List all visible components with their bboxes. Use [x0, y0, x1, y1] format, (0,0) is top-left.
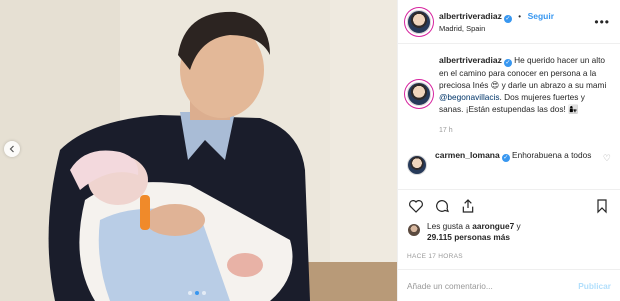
publish-button[interactable]: Publicar — [578, 281, 611, 291]
caption-avatar[interactable] — [407, 82, 431, 106]
comment-text: Enhorabuena a todos — [509, 150, 592, 160]
likes-summary: Les gusta a aarongue7 y 29.115 personas … — [398, 221, 620, 251]
carousel-dot — [188, 291, 192, 295]
comment-input[interactable] — [407, 280, 579, 291]
instagram-post: albertriveradiaz ✓ • Seguir Madrid, Spain… — [0, 0, 620, 301]
heart-icon[interactable] — [406, 196, 426, 216]
likes-count[interactable]: 29.115 personas más — [427, 232, 510, 242]
likes-middle: y — [514, 221, 521, 231]
post-sidebar: albertriveradiaz ✓ • Seguir Madrid, Spain… — [397, 0, 620, 301]
comments-section: albertriveradiaz ✓ He querido hacer un al… — [398, 44, 620, 189]
carousel-dot — [202, 291, 206, 295]
post-header: albertriveradiaz ✓ • Seguir Madrid, Spain… — [398, 0, 620, 44]
likes-user[interactable]: aarongue7 — [472, 221, 514, 231]
post-photo — [0, 0, 397, 301]
verified-badge-icon: ✓ — [503, 59, 512, 67]
commenter-username[interactable]: carmen_lomana — [435, 150, 500, 160]
carousel-prev-button[interactable] — [4, 141, 20, 157]
caption-mention[interactable]: @begonavillacis — [439, 92, 500, 102]
author-avatar[interactable] — [407, 9, 431, 34]
author-username[interactable]: albertriveradiaz — [439, 11, 502, 21]
verified-badge-icon: ✓ — [503, 14, 512, 23]
follow-button[interactable]: Seguir — [528, 11, 554, 21]
comment-like-icon[interactable]: ♡ — [603, 153, 611, 164]
liker-avatar[interactable] — [407, 223, 421, 237]
caption-body: albertriveradiaz ✓ He querido hacer un al… — [439, 54, 611, 137]
post-media[interactable] — [0, 0, 397, 301]
caption: albertriveradiaz ✓ He querido hacer un al… — [407, 54, 611, 137]
comment-icon[interactable] — [432, 196, 452, 216]
bookmark-icon[interactable] — [592, 196, 612, 216]
post-location[interactable]: Madrid, Spain — [439, 23, 594, 35]
comment-body: carmen_lomana ✓ Enhorabuena a todos — [435, 149, 591, 162]
add-comment-bar: Publicar — [398, 269, 620, 301]
carousel-dots — [188, 291, 206, 295]
caption-time[interactable]: 17 h — [439, 125, 611, 137]
likes-text: Les gusta a aarongue7 y 29.115 personas … — [427, 221, 521, 243]
caption-username[interactable]: albertriveradiaz — [439, 55, 502, 65]
author-info: albertriveradiaz ✓ • Seguir Madrid, Spain — [439, 9, 594, 35]
post-time-ago: HACE 17 HORAS — [407, 253, 463, 260]
carousel-dot-active — [195, 291, 199, 295]
comment-item: carmen_lomana ✓ Enhorabuena a todos ♡ — [407, 149, 611, 175]
separator-dot: • — [518, 11, 522, 21]
verified-badge-icon: ✓ — [501, 154, 510, 162]
commenter-avatar[interactable] — [407, 155, 427, 175]
likes-prefix: Les gusta a — [427, 221, 473, 231]
share-icon[interactable] — [458, 196, 478, 216]
chevron-left-icon — [9, 145, 14, 153]
more-options-icon[interactable]: ••• — [594, 16, 610, 28]
action-bar — [398, 189, 620, 221]
